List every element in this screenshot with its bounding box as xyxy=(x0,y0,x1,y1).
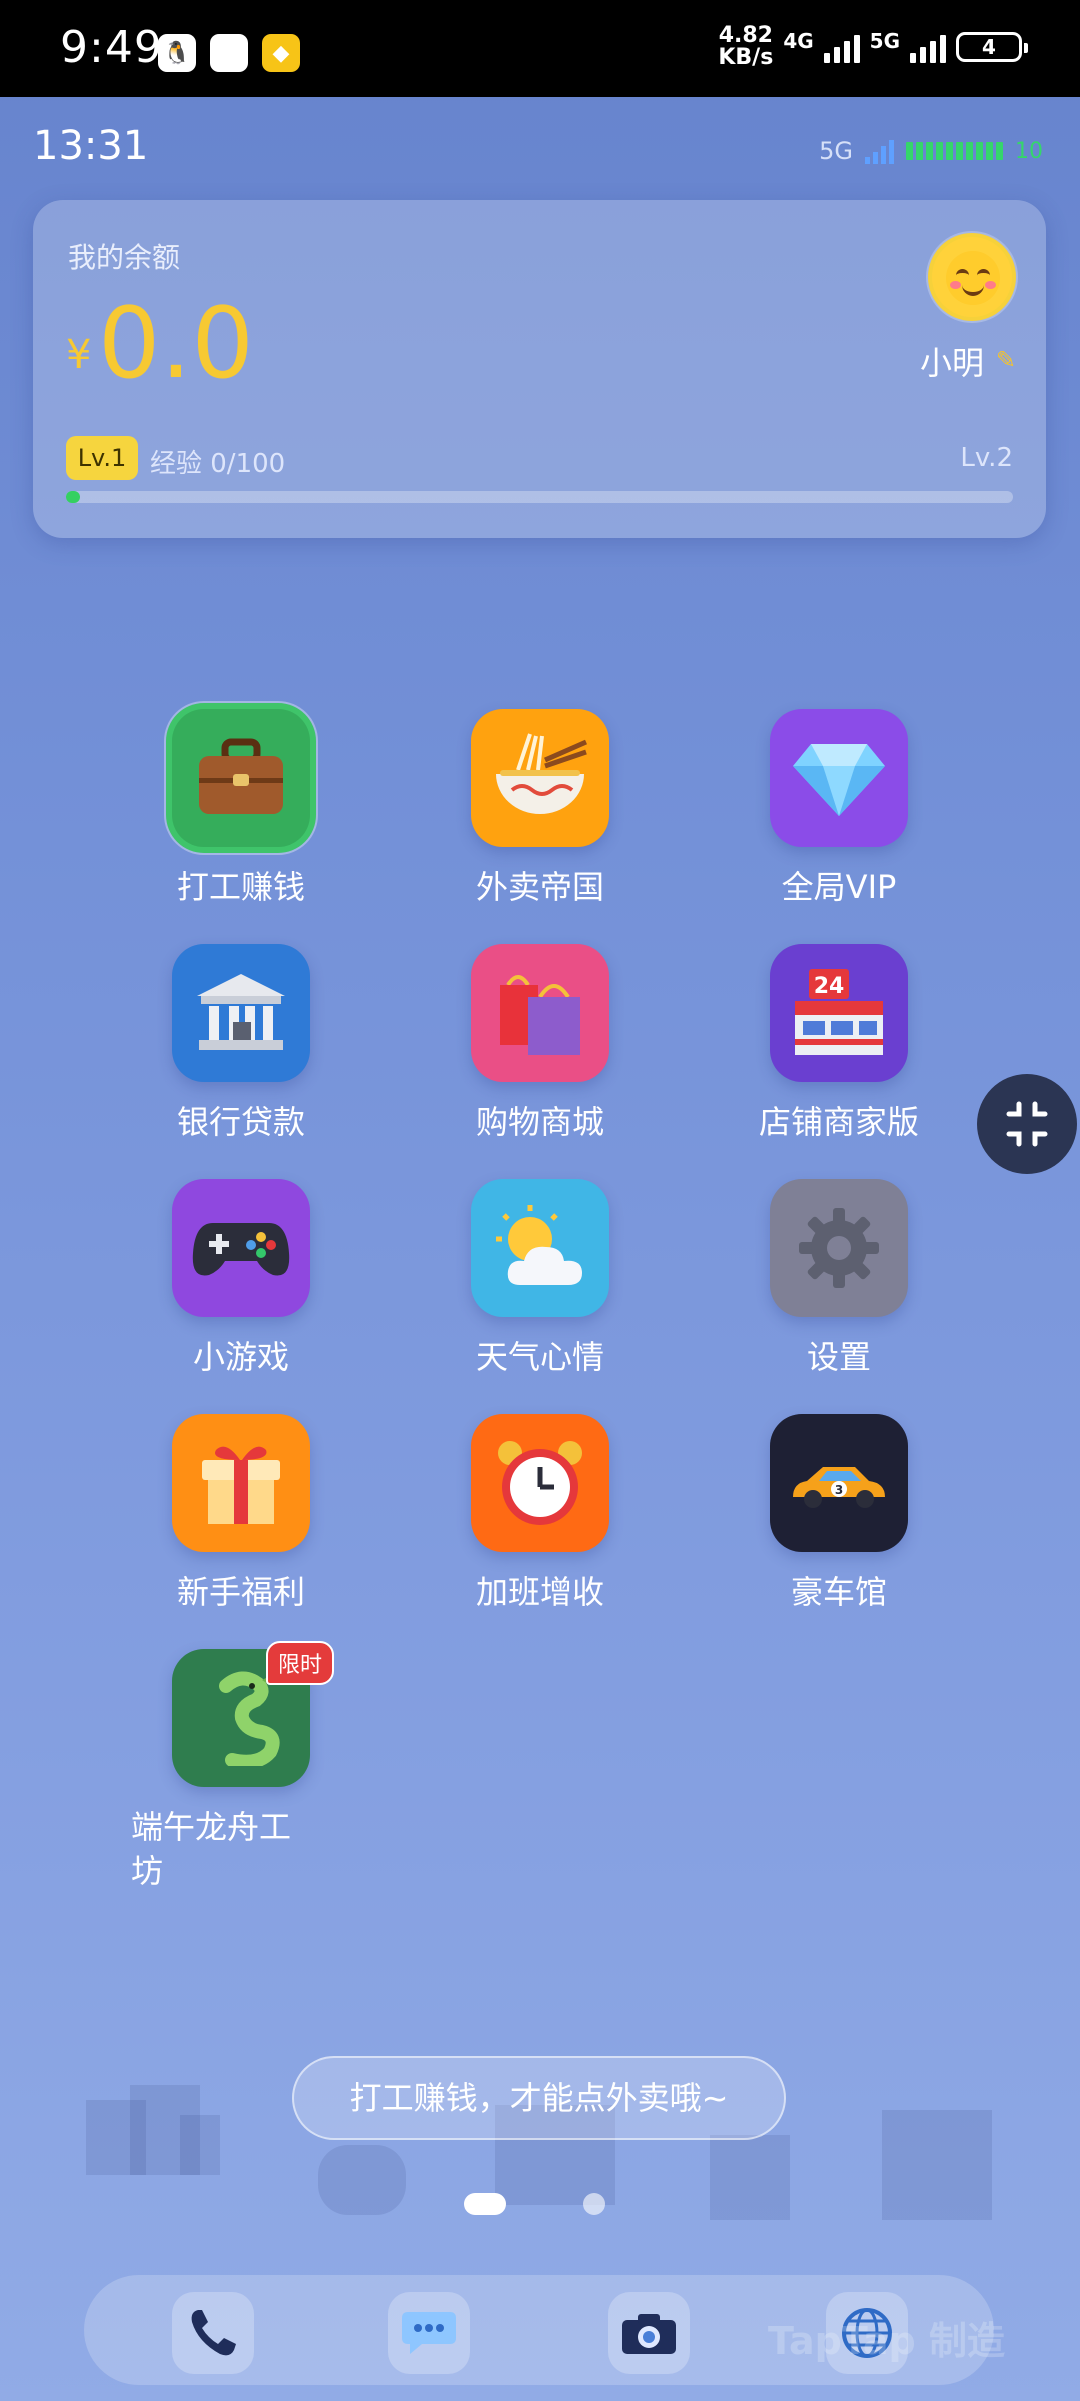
app-store-merchant[interactable]: 24 店铺商家版 xyxy=(719,944,959,1144)
diamond-icon xyxy=(770,709,908,847)
wallet-notification-icon: ◆ xyxy=(262,34,300,72)
gift-icon xyxy=(172,1414,310,1552)
briefcase-icon xyxy=(172,709,310,847)
scooter-decoration xyxy=(318,2145,406,2215)
page-dot[interactable] xyxy=(583,2193,605,2215)
experience-progress-bar xyxy=(66,491,1013,503)
gear-icon xyxy=(770,1179,908,1317)
qq-notification-icon: 🐧 xyxy=(158,34,196,72)
smiley-face-icon xyxy=(946,251,1000,305)
avatar[interactable] xyxy=(928,233,1016,321)
noodle-bowl-icon xyxy=(471,709,609,847)
experience-progress-fill xyxy=(66,491,80,503)
app-shopping-mall[interactable]: 购物商城 xyxy=(420,944,660,1144)
signal-icon xyxy=(910,31,946,63)
currency-symbol: ¥ xyxy=(66,332,92,378)
balance-amount: 0.0 xyxy=(98,287,254,401)
app-bank-loan[interactable]: 银行贷款 xyxy=(121,944,361,1144)
video-app-notification-icon: ▶ xyxy=(210,34,248,72)
experience-text: 经验 0/100 xyxy=(150,449,286,479)
store-24-icon: 24 xyxy=(770,944,908,1082)
collapse-arrows-icon xyxy=(1006,1101,1048,1147)
battery-icon: 4 xyxy=(956,32,1028,62)
edit-pencil-icon[interactable]: ✎ xyxy=(996,346,1016,374)
phone-icon[interactable] xyxy=(172,2292,254,2374)
system-time: 9:49 xyxy=(60,22,163,73)
app-weather-mood[interactable]: 天气心情 xyxy=(420,1179,660,1379)
game-signal-icon xyxy=(865,138,894,164)
game-battery-icon xyxy=(906,142,1003,160)
game-clock: 13:31 xyxy=(33,123,149,169)
collapse-button[interactable] xyxy=(977,1074,1077,1174)
signal-icon xyxy=(823,31,860,63)
bank-icon xyxy=(172,944,310,1082)
network-speed: 4.82 KB/s xyxy=(718,23,774,70)
next-level-label: Lv.2 xyxy=(960,443,1013,473)
message-icon[interactable] xyxy=(388,2292,470,2374)
app-settings[interactable]: 设置 xyxy=(719,1179,959,1379)
app-luxury-cars[interactable]: 3 豪车馆 xyxy=(719,1414,959,1614)
system-status-bar: 9:49 🐧 ▶ ◆ 4.82 KB/s 4G 5G 4 xyxy=(0,0,1080,97)
building-decoration xyxy=(180,2115,220,2175)
app-mini-games[interactable]: 小游戏 xyxy=(121,1179,361,1379)
game-battery-level: 10 xyxy=(1015,138,1043,164)
balance-label: 我的余额 xyxy=(68,241,181,274)
app-newbie-bonus[interactable]: 新手福利 xyxy=(121,1414,361,1614)
network-type-4g: 4G xyxy=(783,29,814,53)
svg-text:3: 3 xyxy=(835,1483,843,1497)
game-network-label: 5G xyxy=(819,137,853,165)
balance-card: 我的余额 ¥ 0.0 小明 ✎ Lv.1 经验 0/100 Lv.2 xyxy=(33,200,1046,538)
app-delivery-empire[interactable]: 外卖帝国 xyxy=(420,709,660,909)
phone-screen: 9:49 🐧 ▶ ◆ 4.82 KB/s 4G 5G 4 13:31 5G 10… xyxy=(0,0,1080,2401)
hint-toast: 打工赚钱，才能点外卖哦~ xyxy=(292,2056,786,2140)
level-badge: Lv.1 xyxy=(66,436,138,480)
game-status-indicators: 5G 10 xyxy=(819,137,1043,165)
shopping-bags-icon xyxy=(471,944,609,1082)
username[interactable]: 小明 xyxy=(920,338,984,384)
gamepad-icon xyxy=(172,1179,310,1317)
app-global-vip[interactable]: 全局VIP xyxy=(719,709,959,909)
taptap-watermark: TapTap 制造 xyxy=(768,2319,1005,2363)
alarm-clock-icon xyxy=(471,1414,609,1552)
svg-text:24: 24 xyxy=(814,974,845,999)
page-dot-active[interactable] xyxy=(464,2193,506,2215)
app-work[interactable]: 打工赚钱 xyxy=(121,709,361,909)
dragon-icon: 限时 xyxy=(172,1641,334,1787)
limited-time-badge: 限时 xyxy=(265,1641,334,1685)
camera-icon[interactable] xyxy=(608,2292,690,2374)
app-overtime-income[interactable]: 加班增收 xyxy=(420,1414,660,1614)
race-car-icon: 3 xyxy=(770,1414,908,1552)
network-type-5g: 5G xyxy=(869,29,900,53)
shop-decoration xyxy=(710,2135,790,2220)
sun-cloud-icon xyxy=(471,1179,609,1317)
app-dragon-boat-workshop[interactable]: 限时 端午龙舟工坊 xyxy=(121,1641,361,1893)
building-decoration xyxy=(882,2110,992,2220)
